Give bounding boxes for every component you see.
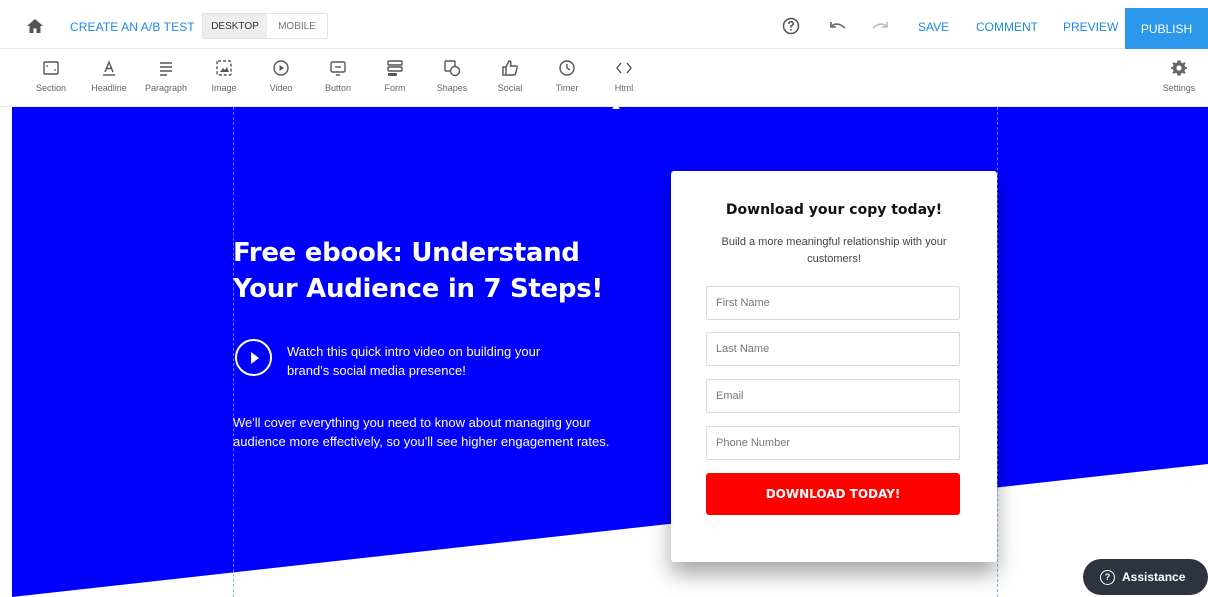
gear-icon: [1171, 60, 1187, 76]
selected-tool-indicator: [612, 104, 620, 109]
layout-guide-right: [997, 107, 998, 597]
tool-video-label: Video: [269, 83, 293, 93]
hero-headline[interactable]: Free ebook: Understand Your Audience in …: [233, 235, 633, 307]
form-subtitle: Build a more meaningful relationship wit…: [721, 236, 947, 265]
tool-social[interactable]: Social: [480, 59, 540, 93]
image-icon: [216, 60, 232, 76]
tool-settings-label: Settings: [1162, 83, 1196, 93]
tool-headline-label: Headline: [91, 83, 127, 93]
tool-shapes-label: Shapes: [436, 83, 468, 93]
button-icon: [330, 61, 346, 76]
layout-guide-left: [233, 107, 234, 597]
desktop-view-button[interactable]: DESKTOP: [203, 14, 267, 38]
help-icon[interactable]: [782, 17, 800, 35]
home-icon[interactable]: [27, 19, 43, 33]
tool-button-label: Button: [324, 83, 352, 93]
shapes-icon: [444, 60, 461, 77]
top-bar: CREATE AN A/B TEST DESKTOP MOBILE SAVE C…: [0, 0, 1208, 49]
timer-icon: [559, 60, 575, 76]
signup-form-card: Download your copy today! Build a more m…: [671, 171, 997, 562]
social-icon: [502, 60, 518, 76]
undo-icon[interactable]: [829, 19, 847, 33]
tool-timer[interactable]: Timer: [537, 59, 597, 93]
redo-icon[interactable]: [871, 19, 889, 33]
form-title: Download your copy today!: [725, 202, 943, 218]
tool-html[interactable]: Html: [594, 59, 654, 93]
tool-timer-label: Timer: [555, 83, 579, 93]
first-name-field[interactable]: [706, 286, 960, 320]
tool-form[interactable]: Form: [365, 59, 425, 93]
element-toolbar: Section Headline Paragraph Image Video B…: [0, 49, 1208, 107]
video-description[interactable]: Watch this quick intro video on building…: [287, 342, 547, 380]
assistance-button[interactable]: ? Assistance: [1083, 559, 1208, 595]
tool-paragraph[interactable]: Paragraph: [136, 59, 196, 93]
phone-number-field[interactable]: [706, 426, 960, 460]
create-ab-test-link[interactable]: CREATE AN A/B TEST: [70, 20, 195, 34]
last-name-field[interactable]: [706, 332, 960, 366]
section-icon: [43, 61, 59, 75]
tool-video[interactable]: Video: [251, 59, 311, 93]
assistance-label: Assistance: [1122, 570, 1186, 584]
tool-paragraph-label: Paragraph: [144, 83, 188, 93]
help-circle-icon: ?: [1100, 569, 1115, 585]
save-button[interactable]: SAVE: [918, 20, 949, 34]
tool-headline[interactable]: Headline: [79, 59, 139, 93]
tool-html-label: Html: [614, 83, 634, 93]
preview-button[interactable]: PREVIEW: [1063, 20, 1118, 34]
email-field[interactable]: [706, 379, 960, 413]
tool-section-label: Section: [35, 83, 67, 93]
tool-form-label: Form: [384, 83, 406, 93]
hero-body-text[interactable]: We'll cover everything you need to know …: [233, 413, 613, 451]
device-toggle: DESKTOP MOBILE: [202, 13, 328, 39]
download-button[interactable]: DOWNLOAD TODAY!: [706, 473, 960, 515]
tool-button[interactable]: Button: [308, 59, 368, 93]
tool-shapes[interactable]: Shapes: [422, 59, 482, 93]
tool-image-label: Image: [211, 83, 237, 93]
mobile-view-button[interactable]: MOBILE: [267, 14, 327, 38]
video-icon: [273, 60, 289, 76]
page-canvas: Free ebook: Understand Your Audience in …: [0, 107, 1208, 597]
play-video-button[interactable]: [235, 339, 272, 376]
tool-section[interactable]: Section: [21, 59, 81, 93]
hero-background: [12, 107, 1208, 597]
tool-settings[interactable]: Settings: [1149, 59, 1208, 93]
paragraph-icon: [160, 62, 172, 76]
comment-button[interactable]: COMMENT: [976, 20, 1038, 34]
headline-icon: [103, 60, 115, 76]
tool-image[interactable]: Image: [194, 59, 254, 93]
tool-social-label: Social: [497, 83, 523, 93]
html-icon: [616, 62, 632, 74]
form-icon: [387, 60, 403, 76]
publish-button[interactable]: PUBLISH: [1125, 8, 1208, 49]
